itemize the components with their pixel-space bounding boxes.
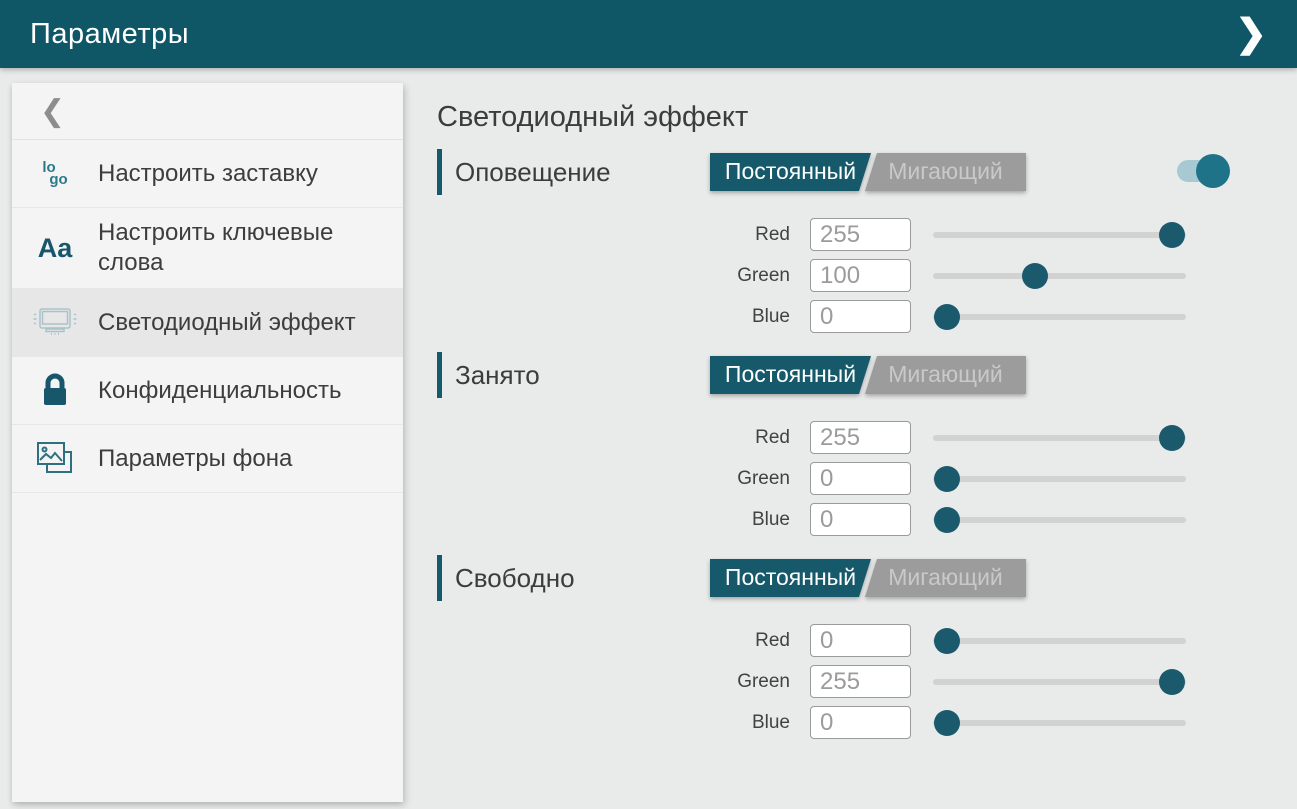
slider-thumb[interactable] (1022, 263, 1048, 289)
sidebar-item-label: Параметры фона (98, 444, 292, 474)
mode-segmented-toggle: Постоянный Мигающий (710, 356, 1026, 394)
sidebar-item-keywords[interactable]: Aa Настроить ключевые слова (12, 208, 403, 289)
sidebar-item-background[interactable]: Параметры фона (12, 425, 403, 493)
slider-track (933, 679, 1186, 685)
app-title: Параметры (30, 18, 189, 51)
notification-enable-switch[interactable] (1177, 160, 1223, 182)
app-header: Параметры ❯ (0, 0, 1297, 68)
page-title: Светодиодный эффект (437, 101, 1257, 134)
channel-label: Blue (437, 306, 790, 328)
section-free: Свободно Постоянный Мигающий Red Green (437, 555, 1257, 743)
channel-label: Green (437, 468, 790, 490)
red-value-input[interactable] (810, 624, 911, 657)
channel-label: Red (437, 427, 790, 449)
section-title: Занято (455, 360, 540, 391)
mode-segmented-toggle: Постоянный Мигающий (710, 559, 1026, 597)
red-slider[interactable] (933, 417, 1186, 458)
slider-track (933, 232, 1186, 238)
channel-row-red: Red (437, 417, 1257, 458)
slider-track (933, 314, 1186, 320)
channel-label: Green (437, 671, 790, 693)
slider-thumb[interactable] (934, 507, 960, 533)
green-slider[interactable] (933, 458, 1186, 499)
section-title: Свободно (455, 563, 575, 594)
sidebar-item-splash-screen[interactable]: lo go Настроить заставку (12, 140, 403, 208)
blue-slider[interactable] (933, 499, 1186, 540)
channel-row-blue: Blue (437, 702, 1257, 743)
blue-value-input[interactable] (810, 503, 911, 536)
green-slider[interactable] (933, 255, 1186, 296)
slider-track (933, 435, 1186, 441)
red-slider[interactable] (933, 620, 1186, 661)
led-display-icon (12, 306, 98, 340)
slider-track (933, 720, 1186, 726)
slider-thumb[interactable] (934, 710, 960, 736)
mode-blinking-button[interactable]: Мигающий (865, 153, 1026, 191)
sidebar-item-privacy[interactable]: Конфиденциальность (12, 357, 403, 425)
sidebar-back-button[interactable]: ❮ (12, 83, 403, 140)
channel-label: Green (437, 265, 790, 287)
slider-thumb[interactable] (934, 628, 960, 654)
section-accent-bar (437, 555, 442, 601)
slider-thumb[interactable] (934, 466, 960, 492)
forward-chevron-icon[interactable]: ❯ (1227, 11, 1275, 57)
sidebar-item-label: Светодиодный эффект (98, 308, 356, 338)
channel-row-blue: Blue (437, 499, 1257, 540)
red-value-input[interactable] (810, 421, 911, 454)
green-value-input[interactable] (810, 259, 911, 292)
section-accent-bar (437, 352, 442, 398)
slider-thumb[interactable] (1159, 669, 1185, 695)
section-accent-bar (437, 149, 442, 195)
channel-label: Red (437, 630, 790, 652)
led-effect-panel: Светодиодный эффект Оповещение Постоянны… (437, 90, 1257, 743)
blue-slider[interactable] (933, 702, 1186, 743)
mode-blinking-button[interactable]: Мигающий (865, 356, 1026, 394)
green-value-input[interactable] (810, 462, 911, 495)
keywords-aa-icon: Aa (12, 233, 98, 264)
slider-thumb[interactable] (1159, 222, 1185, 248)
channel-row-red: Red (437, 214, 1257, 255)
green-slider[interactable] (933, 661, 1186, 702)
sidebar: ❮ lo go Настроить заставку Aa Настроить … (12, 83, 403, 802)
blue-slider[interactable] (933, 296, 1186, 337)
channel-row-red: Red (437, 620, 1257, 661)
section-busy: Занято Постоянный Мигающий Red Green (437, 352, 1257, 540)
channel-label: Blue (437, 712, 790, 734)
slider-thumb[interactable] (1159, 425, 1185, 451)
red-slider[interactable] (933, 214, 1186, 255)
sidebar-item-label: Настроить заставку (98, 159, 318, 189)
sidebar-item-label: Конфиденциальность (98, 376, 341, 406)
slider-track (933, 476, 1186, 482)
logo-text-icon: lo go (12, 162, 98, 186)
blue-value-input[interactable] (810, 300, 911, 333)
section-title: Оповещение (455, 157, 611, 188)
red-value-input[interactable] (810, 218, 911, 251)
mode-constant-button[interactable]: Постоянный (710, 559, 871, 597)
channel-label: Blue (437, 509, 790, 531)
channel-row-green: Green (437, 255, 1257, 296)
mode-constant-button[interactable]: Постоянный (710, 356, 871, 394)
lock-icon (12, 372, 98, 410)
sidebar-item-led-effect[interactable]: Светодиодный эффект (12, 289, 403, 357)
channel-row-blue: Blue (437, 296, 1257, 337)
mode-constant-button[interactable]: Постоянный (710, 153, 871, 191)
blue-value-input[interactable] (810, 706, 911, 739)
slider-track (933, 638, 1186, 644)
mode-blinking-button[interactable]: Мигающий (865, 559, 1026, 597)
switch-knob (1196, 154, 1230, 188)
section-notification: Оповещение Постоянный Мигающий Red Green (437, 149, 1257, 337)
sidebar-item-label: Настроить ключевые слова (98, 218, 360, 278)
channel-row-green: Green (437, 458, 1257, 499)
slider-thumb[interactable] (934, 304, 960, 330)
background-images-icon (12, 440, 98, 478)
channel-label: Red (437, 224, 790, 246)
channel-row-green: Green (437, 661, 1257, 702)
green-value-input[interactable] (810, 665, 911, 698)
slider-track (933, 273, 1186, 279)
slider-track (933, 517, 1186, 523)
mode-segmented-toggle: Постоянный Мигающий (710, 153, 1026, 191)
back-chevron-icon: ❮ (40, 94, 65, 129)
